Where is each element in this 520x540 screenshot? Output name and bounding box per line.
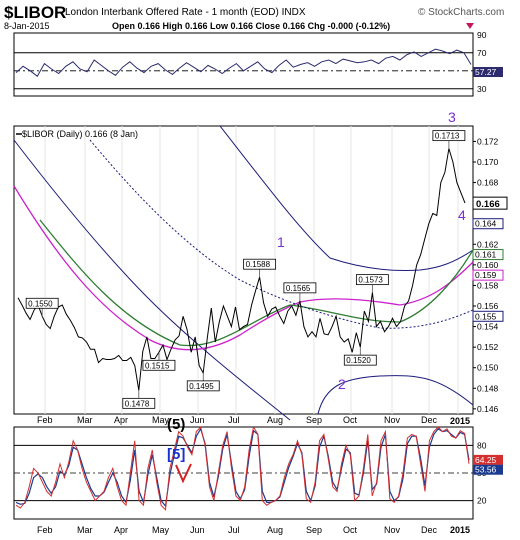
instrument-name: London Interbank Offered Rate - 1 month … [65,7,306,18]
price-tick-label: 0.154 [477,322,499,332]
stochastic-panel: 205080 64.2553.56 (5) [5] [13,416,503,520]
month-label: Dec [421,415,438,425]
price-tick-label: 0.162 [477,239,499,249]
price-tag-label: 0.159 [475,270,497,280]
month-label: Feb [37,525,53,535]
change-down-icon [466,23,474,29]
price-tag-label: 0.166 [476,199,500,210]
price-tag-label: 0.164 [475,219,497,229]
wave-label-1: 1 [277,234,285,250]
price-callout-label: 0.1565 [286,284,311,293]
month-label: Feb [37,415,53,425]
price-callout-label: 0.1520 [346,356,371,365]
wave-label-3: 3 [448,109,456,125]
price-callout-label: 0.1550 [28,299,53,308]
watermark: © StockCharts.com [418,7,504,18]
month-label: Jun [190,525,205,535]
stochastic-tag-label: 64.25 [475,455,497,465]
wave-label-2: 2 [338,376,346,392]
rsi-tick-label: 70 [477,48,487,58]
month-label: Mar [77,415,93,425]
stochastic-tick-label: 20 [477,496,487,506]
price-tick-label: 0.150 [477,363,499,373]
month-label: Nov [384,525,401,535]
price-tick-label: 0.152 [477,342,499,352]
month-label: May [152,525,170,535]
header-date: 8-Jan-2015 [4,21,50,31]
price-panel: 0.172 0.170 0.168 0.166 0.164 0.1620.1610.160… [13,125,508,421]
stochastic-tick-label: 80 [477,440,487,450]
price-tick-label: 0.172 [477,136,499,146]
month-label: Sep [306,415,322,425]
month-label: Jul [228,415,240,425]
wave-label-4: 4 [458,207,466,223]
month-label: 2015 [450,525,470,535]
price-tick-label: 0.156 [477,301,499,311]
month-label: Jun [190,415,205,425]
rsi-tick-label: 90 [477,30,487,40]
month-label: Dec [421,525,438,535]
month-label: Jul [228,525,240,535]
stochastic-tag-label: 53.56 [475,465,497,475]
price-legend: $LIBOR (Daily) 0.166 (8 Jan) [22,129,138,139]
price-tag-label: 0.161 [475,250,497,260]
rsi-axis: 30507090 [477,30,487,94]
month-label: Aug [267,525,283,535]
price-callout-label: 0.1515 [145,361,170,370]
wave-label-5-paren: (5) [167,416,185,433]
price-callout-label: 0.1478 [125,399,150,408]
symbol-title: $LIBOR [4,3,66,22]
rsi-tick-label: 30 [477,84,487,94]
month-label: Oct [343,415,358,425]
price-tick-label: 0.170 [477,157,499,167]
month-label: 2015 [450,416,470,426]
price-callout-label: 0.1573 [358,276,383,285]
price-callout-label: 0.1495 [189,382,214,391]
ohlc-readout: Open 0.166 High 0.166 Low 0.166 Close 0.… [112,21,390,31]
rsi-panel: 30507090 57.27 [13,30,503,97]
month-label: Apr [114,525,128,535]
wave-label-5-bracket: [5] [167,446,185,463]
month-label: Mar [77,525,93,535]
rsi-frame [13,32,474,97]
stochastic-tags: 64.2553.56 [473,454,503,475]
month-label: Aug [267,415,283,425]
price-tick-label: 0.158 [477,280,499,290]
rsi-tag-label: 57.27 [475,67,497,77]
price-tag-label: 0.155 [475,311,497,321]
month-label: Oct [343,525,358,535]
month-label: Nov [384,415,401,425]
price-tick-label: 0.148 [477,383,499,393]
price-callout-label: 0.1713 [435,132,460,141]
month-label: Apr [114,415,128,425]
price-callout-label: 0.1588 [246,260,271,269]
price-tick-label: 0.146 [477,404,499,414]
price-tick-label: 0.168 [477,178,499,188]
month-label: Sep [306,525,322,535]
price-tick-label: 0.160 [477,260,499,270]
stock-chart: $LIBOR London Interbank Offered Rate - 1… [4,3,508,535]
